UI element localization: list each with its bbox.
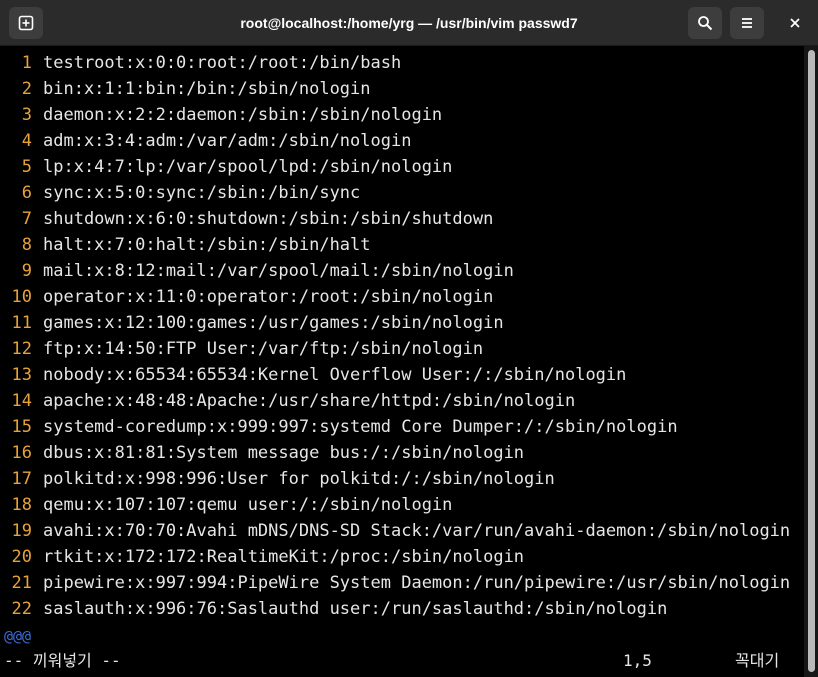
line-number: 9 xyxy=(21,261,32,281)
insert-mode-indicator: -- 끼워넣기 -- xyxy=(4,651,121,670)
line-text: testroot:x:0:0:root:/root:/bin/bash xyxy=(43,53,402,73)
editor-line: 3 daemon:x:2:2:daemon:/sbin:/sbin/nologin xyxy=(0,102,442,128)
line-text: daemon:x:2:2:daemon:/sbin:/sbin/nologin xyxy=(43,105,443,125)
line-text: qemu:x:107:107:qemu user:/:/sbin/nologin xyxy=(43,495,453,515)
line-number: 4 xyxy=(21,131,32,151)
line-number: 13 xyxy=(11,365,32,385)
new-tab-button[interactable] xyxy=(9,7,43,39)
scrollbar-thumb[interactable] xyxy=(808,50,815,672)
line-number: 20 xyxy=(11,547,32,567)
line-text: avahi:x:70:70:Avahi mDNS/DNS-SD Stack:/v… xyxy=(43,521,791,541)
editor-line: 17 polkitd:x:998:996:User for polkitd:/:/… xyxy=(0,466,555,492)
title-bar: root@localhost:/home/yrg — /usr/bin/vim … xyxy=(0,0,818,46)
line-number: 3 xyxy=(21,105,32,125)
editor-line: 11 games:x:12:100:games:/usr/games:/sbin/… xyxy=(0,310,504,336)
line-text: nobody:x:65534:65534:Kernel Overflow Use… xyxy=(43,365,627,385)
line-number: 16 xyxy=(11,443,32,463)
line-number: 11 xyxy=(11,313,32,333)
line-text: ftp:x:14:50:FTP User:/var/ftp:/sbin/nolo… xyxy=(43,339,484,359)
line-number: 21 xyxy=(11,573,32,593)
line-number: 1 xyxy=(21,53,32,73)
editor-line: 13 nobody:x:65534:65534:Kernel Overflow U… xyxy=(0,362,627,388)
editor-line: 20 rtkit:x:172:172:RealtimeKit:/proc:/sbi… xyxy=(0,544,525,570)
scroll-position-indicator: 꼭대기 xyxy=(735,651,780,670)
editor-line: 7 shutdown:x:6:0:shutdown:/sbin:/sbin/shu… xyxy=(0,206,494,232)
line-number: 2 xyxy=(21,79,32,99)
close-icon xyxy=(788,16,802,30)
line-text: lp:x:4:7:lp:/var/spool/lpd:/sbin/nologin xyxy=(43,157,453,177)
editor-line: 8 halt:x:7:0:halt:/sbin:/sbin/halt xyxy=(0,232,371,258)
line-number: 7 xyxy=(21,209,32,229)
vim-editor[interactable]: 1 testroot:x:0:0:root:/root:/bin/bash 2 bi… xyxy=(0,46,804,677)
line-number: 15 xyxy=(11,417,32,437)
editor-line: 21 pipewire:x:997:994:PipeWire System Dae… xyxy=(0,570,791,596)
search-button[interactable] xyxy=(688,7,722,39)
vim-filler-marker: @@@ xyxy=(4,627,32,645)
line-number: 10 xyxy=(11,287,32,307)
line-text: rtkit:x:172:172:RealtimeKit:/proc:/sbin/… xyxy=(43,547,525,567)
line-text: sync:x:5:0:sync:/sbin:/bin/sync xyxy=(43,183,361,203)
editor-line: 10 operator:x:11:0:operator:/root:/sbin/n… xyxy=(0,284,494,310)
line-number: 19 xyxy=(11,521,32,541)
editor-line: 9 mail:x:8:12:mail:/var/spool/mail:/sbin/… xyxy=(0,258,514,284)
line-number: 12 xyxy=(11,339,32,359)
vim-status-line: -- 끼워넣기 -- 1,5 꼭대기 xyxy=(4,648,794,674)
editor-line: 1 testroot:x:0:0:root:/root:/bin/bash xyxy=(0,50,401,76)
line-text: systemd-coredump:x:999:997:systemd Core … xyxy=(43,417,678,437)
line-number: 8 xyxy=(21,235,32,255)
line-text: pipewire:x:997:994:PipeWire System Daemo… xyxy=(43,573,791,593)
editor-line: 16 dbus:x:81:81:System message bus:/:/sbi… xyxy=(0,440,525,466)
cursor-position: 1,5 xyxy=(623,651,652,670)
line-text: apache:x:48:48:Apache:/usr/share/httpd:/… xyxy=(43,391,576,411)
editor-line: 19 avahi:x:70:70:Avahi mDNS/DNS-SD Stack:… xyxy=(0,518,791,544)
line-number: 14 xyxy=(11,391,32,411)
line-text: dbus:x:81:81:System message bus:/:/sbin/… xyxy=(43,443,525,463)
editor-line: 4 adm:x:3:4:adm:/var/adm:/sbin/nologin xyxy=(0,128,412,154)
hamburger-menu-icon xyxy=(739,15,755,31)
editor-line: 12 ftp:x:14:50:FTP User:/var/ftp:/sbin/no… xyxy=(0,336,484,362)
line-text: mail:x:8:12:mail:/var/spool/mail:/sbin/n… xyxy=(43,261,514,281)
line-text: bin:x:1:1:bin:/bin:/sbin/nologin xyxy=(43,79,371,99)
line-number: 6 xyxy=(21,183,32,203)
editor-line: 15 systemd-coredump:x:999:997:systemd Cor… xyxy=(0,414,678,440)
editor-line: 5 lp:x:4:7:lp:/var/spool/lpd:/sbin/nologi… xyxy=(0,154,453,180)
line-number: 22 xyxy=(11,599,32,619)
vertical-scrollbar[interactable] xyxy=(804,46,818,677)
line-number: 17 xyxy=(11,469,32,489)
line-number: 5 xyxy=(21,157,32,177)
line-number: 18 xyxy=(11,495,32,515)
close-button[interactable] xyxy=(778,7,812,39)
line-text: saslauth:x:996:76:Saslauthd user:/run/sa… xyxy=(43,599,668,619)
editor-line: 22 saslauth:x:996:76:Saslauthd user:/run/… xyxy=(0,596,668,622)
line-text: polkitd:x:998:996:User for polkitd:/:/sb… xyxy=(43,469,555,489)
editor-line: 18 qemu:x:107:107:qemu user:/:/sbin/nolog… xyxy=(0,492,453,518)
menu-button[interactable] xyxy=(730,7,764,39)
new-tab-icon xyxy=(18,15,34,31)
line-text: shutdown:x:6:0:shutdown:/sbin:/sbin/shut… xyxy=(43,209,494,229)
editor-line: 14 apache:x:48:48:Apache:/usr/share/httpd… xyxy=(0,388,576,414)
editor-line: 2 bin:x:1:1:bin:/bin:/sbin/nologin xyxy=(0,76,371,102)
search-icon xyxy=(697,15,713,31)
line-text: games:x:12:100:games:/usr/games:/sbin/no… xyxy=(43,313,504,333)
line-text: adm:x:3:4:adm:/var/adm:/sbin/nologin xyxy=(43,131,412,151)
line-text: halt:x:7:0:halt:/sbin:/sbin/halt xyxy=(43,235,371,255)
line-text: operator:x:11:0:operator:/root:/sbin/nol… xyxy=(43,287,494,307)
editor-line: 6 sync:x:5:0:sync:/sbin:/bin/sync xyxy=(0,180,361,206)
